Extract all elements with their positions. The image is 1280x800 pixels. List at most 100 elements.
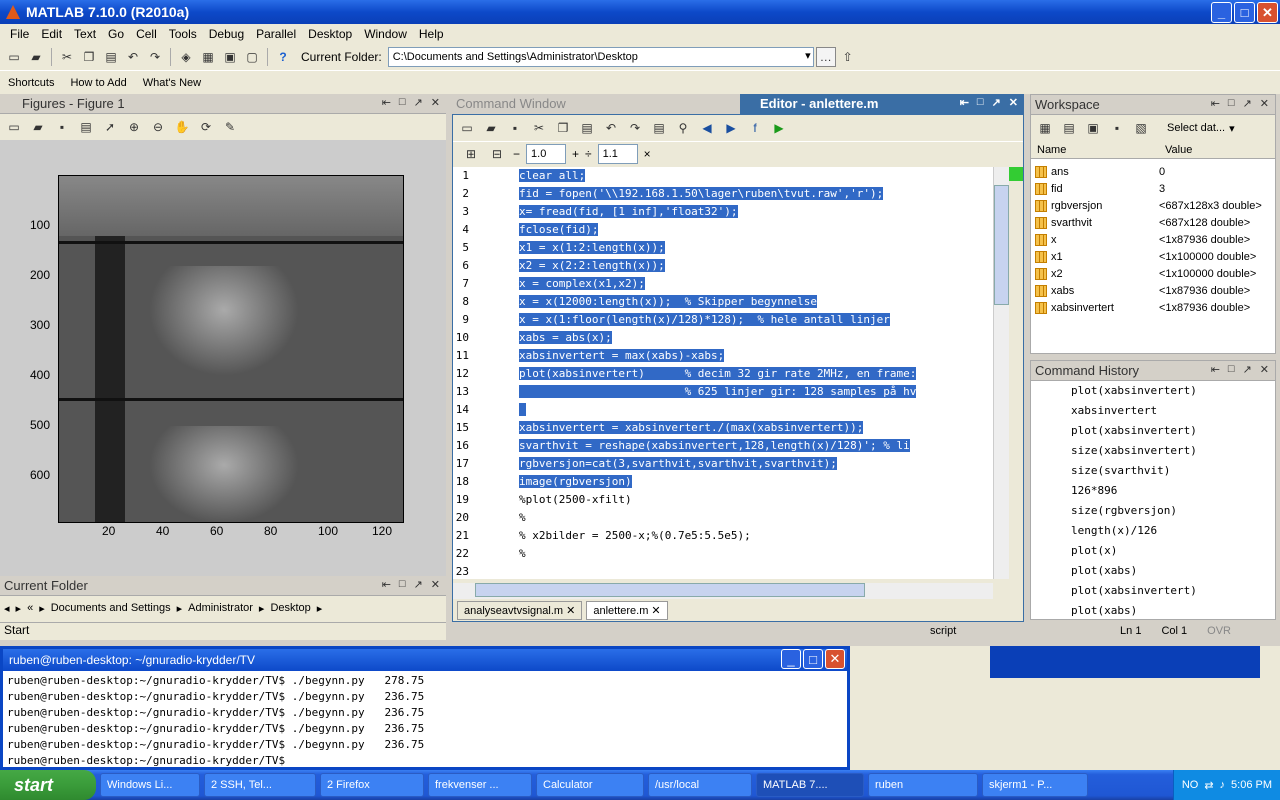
profiler-icon[interactable]: ▣ [220,47,240,67]
save-icon[interactable]: ▪ [1107,118,1127,138]
forward-icon[interactable]: ▶ [721,118,741,138]
simulink-icon[interactable]: ◈ [176,47,196,67]
workspace-row[interactable]: x1 <1x100000 double> [1031,248,1275,265]
open-variable-icon[interactable]: ▤ [1059,118,1079,138]
help-icon[interactable]: ? [273,47,293,67]
menu-edit[interactable]: Edit [35,27,68,41]
code-line[interactable]: x = x(1:floor(length(x)/128)*128); % hel… [519,311,993,329]
times-icon[interactable]: × [644,147,651,161]
guide-icon[interactable]: ▦ [198,47,218,67]
back-icon[interactable]: ◂ [4,602,10,615]
pointer-icon[interactable]: ➚ [100,117,120,137]
dock-icon[interactable]: ↗ [1243,97,1252,110]
taskbar-item[interactable]: MATLAB 7.... [756,773,864,797]
undock-icon[interactable]: ⇤ [960,96,969,109]
start-button[interactable]: start [0,770,96,800]
code-line[interactable]: % [519,545,993,563]
data-cursor-icon[interactable]: ✎ [220,117,240,137]
zoom-out-icon[interactable]: ⊖ [148,117,168,137]
window-icon[interactable]: ▢ [242,47,262,67]
workspace-row[interactable]: xabsinvertert <1x87936 double> [1031,299,1275,316]
terminal-window[interactable]: ruben@ruben-desktop: ~/gnuradio-krydder/… [0,646,850,770]
history-item[interactable]: plot(xabsinvertert) [1031,381,1275,401]
history-item[interactable]: plot(xabs) [1031,561,1275,581]
taskbar-item[interactable]: Windows Li... [100,773,200,797]
new-file-icon[interactable]: ▭ [4,47,24,67]
history-item[interactable]: plot(xabsinvertert) [1031,581,1275,601]
menu-cell[interactable]: Cell [130,27,163,41]
redo-icon[interactable]: ↷ [625,118,645,138]
taskbar-item[interactable]: skjerm1 - P... [982,773,1088,797]
code-line[interactable]: svarthvit = reshape(xabsinvertert,128,le… [519,437,993,455]
dock-icon[interactable]: ↗ [992,96,1001,109]
workspace-row[interactable]: fid 3 [1031,180,1275,197]
paste-icon[interactable]: ▤ [101,47,121,67]
browse-folder-button[interactable]: … [815,47,836,67]
divide-icon[interactable]: ÷ [585,147,592,161]
history-item[interactable]: length(x)/126 [1031,521,1275,541]
open-icon[interactable]: ▰ [28,117,48,137]
code-text[interactable]: clear all; fid = fopen('\\192.168.1.50\la… [489,167,993,579]
menu-go[interactable]: Go [102,27,130,41]
cell-insert-icon[interactable]: ⊞ [461,144,481,164]
code-line[interactable]: % [519,509,993,527]
code-line[interactable]: x = complex(x1,x2); [519,275,993,293]
chevron-down-icon[interactable]: ▾ [1229,122,1235,135]
zoom-in-icon[interactable]: ⊕ [124,117,144,137]
code-line[interactable]: x = x(12000:length(x)); % Skipper begynn… [519,293,993,311]
workspace-row[interactable]: rgbversjon <687x128x3 double> [1031,197,1275,214]
column-value[interactable]: Value [1159,144,1192,156]
undo-icon[interactable]: ↶ [123,47,143,67]
workspace-row[interactable]: ans 0 [1031,163,1275,180]
code-line[interactable]: x= fread(fid, [1 inf],'float32'); [519,203,993,221]
delete-icon[interactable]: ▧ [1131,118,1151,138]
minimize-button[interactable]: _ [781,649,801,669]
find-icon[interactable]: ⚲ [673,118,693,138]
editor-tab-file[interactable]: anlettere.m ✕ [586,601,668,620]
command-window-tab[interactable]: Command Window [452,94,736,114]
code-line[interactable]: fclose(fid); [519,221,993,239]
close-icon[interactable]: ✕ [1009,96,1018,109]
undock-icon[interactable]: ⇤ [382,96,391,109]
close-icon[interactable]: ✕ [648,605,660,617]
taskbar-item[interactable]: frekvenser ... [428,773,532,797]
function-icon[interactable]: f [745,118,765,138]
taskbar-item[interactable]: /usr/local [648,773,752,797]
history-item[interactable]: size(xabsinvertert) [1031,441,1275,461]
language-indicator[interactable]: NO [1182,779,1199,791]
code-line[interactable]: image(rgbversjon) [519,473,993,491]
close-icon[interactable]: ✕ [563,605,575,617]
dock-icon[interactable]: ↗ [414,578,423,591]
back-icon[interactable]: ◀ [697,118,717,138]
column-name[interactable]: Name [1031,144,1159,156]
code-line[interactable]: xabsinvertert = max(xabs)-xabs; [519,347,993,365]
chevron-down-icon[interactable]: ▾ [805,49,811,62]
undock-icon[interactable]: ⇤ [1211,97,1220,110]
whats-new-link[interactable]: What's New [143,77,201,89]
current-folder-input[interactable]: C:\Documents and Settings\Administrator\… [387,47,814,67]
code-line[interactable]: % 625 linjer gir: 128 samples på hv [519,383,993,401]
taskbar-item[interactable]: Calculator [536,773,644,797]
minus-icon[interactable]: − [513,147,520,161]
maximize-button[interactable]: □ [1234,2,1255,23]
code-line[interactable]: %plot(2500-xfilt) [519,491,993,509]
workspace-row[interactable]: svarthvit <687x128 double> [1031,214,1275,231]
menu-window[interactable]: Window [358,27,413,41]
menu-debug[interactable]: Debug [203,27,250,41]
copy-icon[interactable]: ❐ [553,118,573,138]
plus-icon[interactable]: + [572,147,579,161]
maximize-icon[interactable]: □ [399,578,406,591]
menu-text[interactable]: Text [68,27,102,41]
code-line[interactable]: clear all; [519,167,993,185]
print-icon[interactable]: ▤ [76,117,96,137]
figure-image[interactable] [58,175,404,523]
breadcrumb-item[interactable]: « [27,602,33,614]
code-area[interactable]: 1 2 3 4 5 6 7 8 9 10 11 12 13 14 15 16 17 18 19 20 21 22 23 cl… [453,167,993,579]
maximize-icon[interactable]: □ [1228,97,1235,110]
history-item[interactable]: plot(xabs) [1031,601,1275,621]
open-icon[interactable]: ▰ [481,118,501,138]
code-line[interactable]: plot(xabsinvertert) % decim 32 gir rate … [519,365,993,383]
how-to-add-link[interactable]: How to Add [70,77,126,89]
breadcrumb-item[interactable]: Administrator [188,602,253,614]
close-icon[interactable]: ✕ [1260,363,1269,376]
